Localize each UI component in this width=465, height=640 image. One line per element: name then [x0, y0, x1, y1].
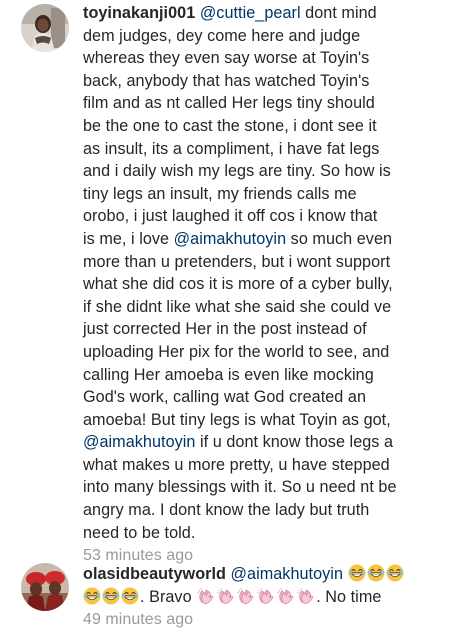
- comment-line: olasidbeautyworld @aimakhutoyin: [83, 563, 455, 586]
- comment-text-segment: calling Her amoeba is even like mocking: [83, 365, 374, 384]
- clapping-hands-emoji: [296, 587, 315, 605]
- comment-line: angry ma. I dont know the lady but truth: [83, 499, 455, 522]
- comment-line: just corrected Her in the post instead o…: [83, 318, 455, 341]
- avatar[interactable]: [21, 563, 69, 611]
- comment-text-segment: if u dont know those legs a: [195, 433, 394, 452]
- comment-line: amoeba! But tiny legs is what Toyin as g…: [83, 409, 455, 432]
- comment-line: and i daily wish my legs are tiny. So ho…: [83, 160, 455, 183]
- comment-text-segment: be the one to cast the stone, i dont see…: [83, 116, 377, 135]
- comment-text-segment: whereas they even say worse at Toyin's: [83, 49, 370, 68]
- comment-text-segment: what she did cos it is more of a cyber b…: [83, 275, 393, 294]
- comment-text-segment: is me, i love: [83, 229, 174, 248]
- comment-line: whereas they even say worse at Toyin's: [83, 47, 455, 70]
- comment-line: calling Her amoeba is even like mocking: [83, 364, 455, 387]
- comment-text-segment: as insult, its a compliment, i have fat …: [83, 139, 380, 158]
- comment-text-segment: God's work, calling wat God created an: [83, 388, 367, 407]
- comment-line: orobo, i just laughed it off cos i know …: [83, 205, 455, 228]
- clapping-hands-emoji: [196, 587, 215, 605]
- comment-text-segment: uploading Her pix for the world to see, …: [83, 342, 390, 361]
- comment-line: more than u pretenders, but i wont suppo…: [83, 251, 455, 274]
- comment-line: film and as nt called Her legs tiny shou…: [83, 92, 455, 115]
- comment-text-segment: dont mind: [300, 4, 377, 22]
- comment-line: as insult, its a compliment, i have fat …: [83, 138, 455, 161]
- comment-line: uploading Her pix for the world to see, …: [83, 341, 455, 364]
- grinning-face-emoji: [121, 587, 139, 605]
- clapping-hands-emoji: [216, 587, 235, 605]
- timestamp: 49 minutes ago: [83, 611, 194, 629]
- avatar[interactable]: [21, 4, 69, 52]
- comment-text: toyinakanji001 @cuttie_pearl dont mind de…: [83, 2, 455, 567]
- comment-text-segment: what makes u more pretty, u have stepped: [83, 455, 390, 474]
- comment-text-segment: angry ma. I dont know the lady but truth: [83, 501, 370, 520]
- comment-text: olasidbeautyworld @aimakhutoyin . Bravo …: [83, 563, 455, 631]
- comment-line: toyinakanji001 @cuttie_pearl dont mind: [83, 2, 455, 25]
- comment-text-segment: amoeba! But tiny legs is what Toyin as g…: [83, 410, 391, 429]
- clapping-hands-emoji: [256, 587, 275, 605]
- comment-text-segment: and i daily wish my legs are tiny. So ho…: [83, 162, 391, 181]
- comment-text-segment: . Bravo: [140, 587, 197, 606]
- comment-text-segment: orobo, i just laughed it off cos i know …: [83, 207, 378, 226]
- comment-text-segment: . No time: [316, 587, 382, 606]
- comment-line: @aimakhutoyin if u dont know those legs …: [83, 431, 455, 454]
- comment-text-segment: tiny legs an insult, my friends calls me: [83, 184, 357, 203]
- comment-line: . Bravo . No time: [83, 586, 455, 609]
- comment-text-segment: dem judges, dey come here and judge: [83, 26, 361, 45]
- grinning-face-emoji: [102, 587, 120, 605]
- clapping-hands-emoji: [236, 587, 255, 605]
- comment-line: dem judges, dey come here and judge: [83, 25, 455, 48]
- comment-line: back, anybody that has watched Toyin's: [83, 70, 455, 93]
- grinning-face-emoji: [348, 564, 366, 582]
- comment-line: into many blessings with it. So u need n…: [83, 476, 455, 499]
- comment-line: what she did cos it is more of a cyber b…: [83, 273, 455, 296]
- comment-text-segment: if she didnt like what she said she coul…: [83, 297, 392, 316]
- clapping-hands-emoji: [276, 587, 295, 605]
- grinning-face-emoji: [83, 587, 101, 605]
- username-link[interactable]: toyinakanji001: [83, 4, 195, 22]
- mention-link[interactable]: @aimakhutoyin: [83, 433, 195, 451]
- grinning-face-emoji: [367, 564, 385, 582]
- comment-line: need to be told.: [83, 522, 455, 545]
- mention-link[interactable]: @aimakhutoyin: [174, 230, 286, 248]
- comment-text-segment: just corrected Her in the post instead o…: [83, 320, 367, 339]
- comment-line: God's work, calling wat God created an: [83, 386, 455, 409]
- comment-text-segment: film and as nt called Her legs tiny shou…: [83, 94, 375, 113]
- grinning-face-emoji: [386, 564, 404, 582]
- mention-link[interactable]: @cuttie_pearl: [200, 4, 301, 22]
- comment-text-segment: into many blessings with it. So u need n…: [83, 478, 397, 497]
- username-link[interactable]: olasidbeautyworld: [83, 565, 226, 583]
- comment-text-segment: so much even: [286, 229, 393, 248]
- comment-line: what makes u more pretty, u have stepped: [83, 454, 455, 477]
- comment-line: tiny legs an insult, my friends calls me: [83, 183, 455, 206]
- comment-text-segment: more than u pretenders, but i wont suppo…: [83, 252, 391, 271]
- mention-link[interactable]: @aimakhutoyin: [231, 565, 343, 583]
- comment-line: be the one to cast the stone, i dont see…: [83, 115, 455, 138]
- comment-text-segment: back, anybody that has watched Toyin's: [83, 71, 370, 90]
- comment-text-segment: need to be told.: [83, 523, 196, 542]
- comment-line: is me, i love @aimakhutoyin so much even: [83, 228, 455, 251]
- comment-line: if she didnt like what she said she coul…: [83, 296, 455, 319]
